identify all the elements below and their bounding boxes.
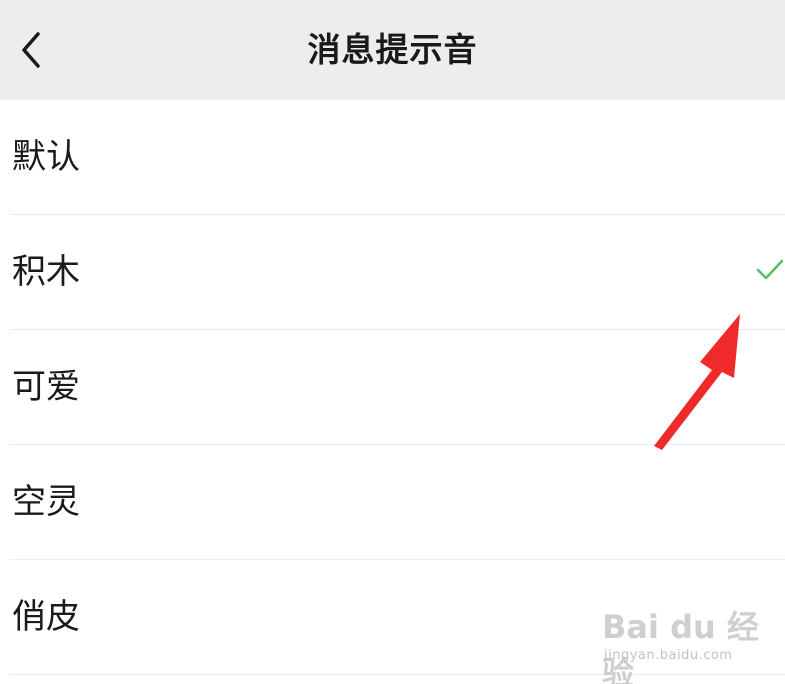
sound-option-label: 积木 xyxy=(12,252,80,292)
sound-option-playful[interactable]: 俏皮 xyxy=(0,560,785,675)
screen: 消息提示音 默认 积木 可爱 空灵 俏皮 Bai du 经验 jingyan.b… xyxy=(0,0,785,684)
checkmark-icon xyxy=(756,259,784,280)
sound-option-label: 空灵 xyxy=(12,482,80,522)
sound-option-cute[interactable]: 可爱 xyxy=(0,330,785,445)
sound-option-label: 默认 xyxy=(12,137,80,177)
sound-option-default[interactable]: 默认 xyxy=(0,100,785,215)
sound-option-ethereal[interactable]: 空灵 xyxy=(0,445,785,560)
row-divider xyxy=(10,674,785,675)
top-bar: 消息提示音 xyxy=(0,0,785,100)
sound-option-label: 俏皮 xyxy=(12,597,80,637)
page-title: 消息提示音 xyxy=(307,30,478,69)
sound-option-label: 可爱 xyxy=(12,367,80,407)
sound-option-blocks[interactable]: 积木 xyxy=(0,215,785,330)
sound-list: 默认 积木 可爱 空灵 俏皮 xyxy=(0,100,785,675)
